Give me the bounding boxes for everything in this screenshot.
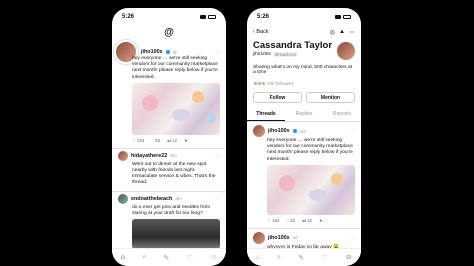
more-icon[interactable]: ⋯: [350, 128, 355, 134]
reply-button[interactable]: ◌ 52: [152, 138, 161, 143]
post-actions: ♡ 154 ◌ 52 ⇄ 12 ➤: [132, 138, 220, 144]
battery-icon: [208, 15, 216, 19]
profile-icon[interactable]: ☺: [345, 254, 352, 261]
more-icon[interactable]: ⋯: [350, 235, 355, 241]
post-username[interactable]: hidayathere22: [131, 153, 167, 159]
post-time: 2h: [172, 49, 178, 55]
compose-icon[interactable]: ✎: [163, 254, 169, 262]
more-icon[interactable]: ⋯: [349, 29, 355, 36]
post-text: hey everyone … we're still seeking vendo…: [132, 56, 218, 80]
post-time: 1d: [292, 235, 298, 241]
profile-header: ‹ Back ◎ ▲ ⋯: [247, 26, 361, 38]
signal-icon: [335, 15, 341, 19]
avatar[interactable]: [118, 193, 128, 204]
tab-threads[interactable]: Threads: [247, 108, 285, 121]
followers-count[interactable]: 26k followers: [253, 81, 355, 86]
profile-section: Cassandra Taylor jiho100x threads.net Sh…: [247, 38, 361, 103]
verified-icon: [165, 50, 170, 54]
feed-post[interactable]: hidayathere22 6m ⋯ Went out to dinner at…: [112, 149, 226, 192]
profile-post[interactable]: jiho100x 1m ⋯ hey everyone … we're still…: [247, 122, 361, 229]
like-button[interactable]: ♡ 154: [267, 218, 280, 224]
home-icon[interactable]: ⌂: [121, 254, 125, 261]
share-button[interactable]: ➤: [319, 218, 323, 224]
search-icon[interactable]: ⌕: [142, 254, 146, 262]
post-username[interactable]: jiho100x: [268, 128, 290, 134]
post-username[interactable]: jiho100x: [268, 235, 290, 241]
threads-logo-icon: @: [164, 26, 174, 38]
more-icon[interactable]: ⋯: [215, 196, 220, 202]
avatar[interactable]: [253, 231, 265, 244]
tab-replies[interactable]: Replies: [285, 108, 323, 121]
bottom-tab-bar: ⌂ ⌕ ✎ ♡ ☺: [247, 248, 361, 266]
instagram-icon[interactable]: ◎: [330, 29, 335, 36]
profile-icon[interactable]: ☺: [210, 254, 217, 261]
post-image[interactable]: [132, 82, 220, 135]
follower-avatars: [253, 81, 266, 86]
feed-post[interactable]: jiho100x 2h ⋯ hey everyone … we're still…: [112, 38, 226, 149]
repost-button[interactable]: ⇄ 12: [167, 138, 177, 144]
tab-reposts[interactable]: Reposts: [323, 108, 361, 121]
post-image[interactable]: [132, 219, 220, 250]
domain-chip[interactable]: threads.net: [272, 52, 298, 57]
avatar[interactable]: [118, 150, 128, 161]
mention-button[interactable]: Mention: [306, 92, 355, 103]
like-button[interactable]: ♡ 154: [132, 138, 145, 144]
profile-phone: 5:26 ‹ Back ◎ ▲ ⋯ Cassandra Taylor jiho1…: [247, 8, 361, 266]
status-bar: 5:26: [112, 8, 226, 26]
repost-button[interactable]: ⇄ 12: [302, 218, 312, 224]
home-icon[interactable]: ⌂: [256, 254, 260, 261]
heart-icon[interactable]: ♡: [322, 254, 328, 262]
signal-icon: [200, 15, 206, 19]
battery-icon: [343, 15, 351, 19]
bottom-tab-bar: ⌂ ⌕ ✎ ♡ ☺: [112, 248, 226, 266]
status-bar: 5:26: [247, 8, 361, 26]
post-time: 6m: [175, 196, 182, 202]
post-time: 6m: [170, 153, 177, 159]
post-text: hey everyone … we're still seeking vendo…: [267, 138, 353, 162]
compose-icon[interactable]: ✎: [298, 254, 304, 262]
profile-handle: jiho100x: [253, 52, 271, 57]
avatar[interactable]: [253, 125, 265, 137]
avatar[interactable]: [337, 42, 355, 60]
more-icon[interactable]: ⋯: [215, 153, 220, 159]
back-button[interactable]: ‹ Back: [253, 29, 269, 35]
post-username[interactable]: jiho100x: [141, 49, 163, 55]
status-time: 5:26: [122, 14, 135, 20]
search-icon[interactable]: ⌕: [277, 254, 281, 262]
share-button[interactable]: ➤: [184, 138, 188, 144]
feed-phone: 5:26 @ jiho100x 2h ⋯ hey everyone … we'r…: [112, 8, 226, 266]
post-text: do u ever get pins and needles from star…: [132, 204, 211, 216]
more-icon[interactable]: ⋯: [215, 49, 220, 55]
reply-button[interactable]: ◌ 52: [287, 218, 296, 223]
profile-bio: Sharing what's on my mind, 500 character…: [253, 65, 353, 75]
heart-icon[interactable]: ♡: [187, 254, 193, 262]
post-time: 1m: [299, 128, 306, 134]
post-image[interactable]: [267, 164, 355, 215]
post-text: Went out to dinner at the new spot nearb…: [132, 161, 216, 186]
verified-icon: [292, 129, 297, 133]
feed-post[interactable]: endoatthebeach 6m ⋯ do u ever get pins a…: [112, 192, 226, 251]
status-time: 5:26: [257, 14, 270, 20]
post-username[interactable]: endoatthebeach: [131, 196, 172, 202]
stage: 5:26 @ jiho100x 2h ⋯ hey everyone … we'r…: [0, 0, 474, 266]
profile-tabs: Threads Replies Reposts: [247, 108, 361, 122]
follow-button[interactable]: Follow: [253, 92, 302, 103]
post-actions: ♡ 154 ◌ 52 ⇄ 12 ➤: [267, 218, 355, 224]
notification-icon[interactable]: ▲: [339, 29, 345, 36]
